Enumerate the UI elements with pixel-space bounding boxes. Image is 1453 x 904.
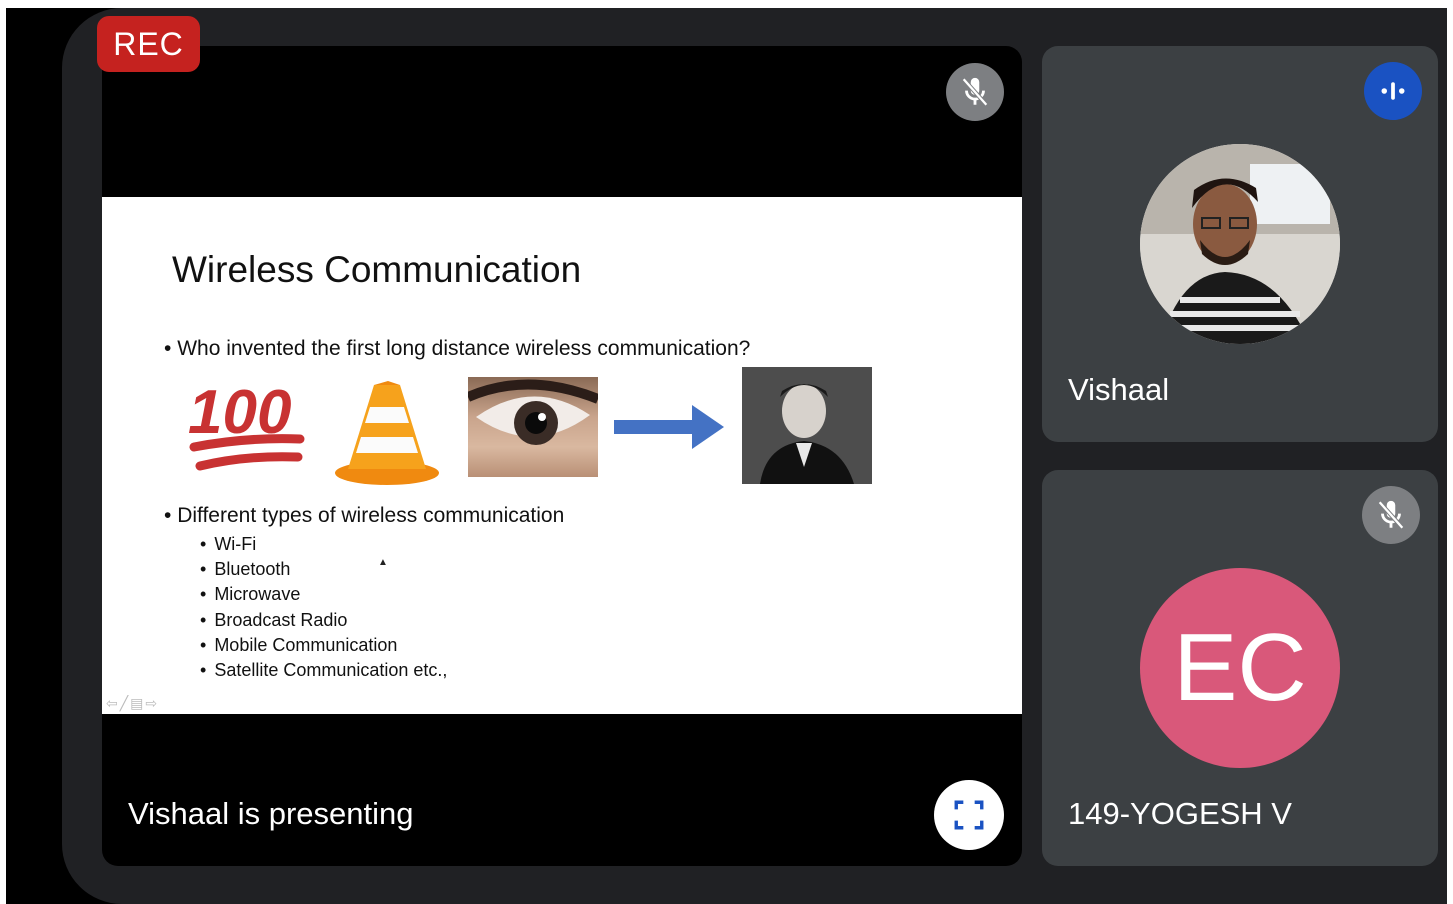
participant-name: Vishaal <box>1068 372 1170 407</box>
fullscreen-button[interactable] <box>934 780 1004 850</box>
participant-tile[interactable]: Vishaal <box>1042 46 1438 442</box>
wireless-types-list: Wi-Fi Bluetooth Microwave Broadcast Radi… <box>200 532 447 683</box>
avatar <box>1140 144 1340 344</box>
list-item: Wi-Fi <box>200 532 447 557</box>
fullscreen-icon <box>954 800 984 830</box>
recording-badge: REC <box>97 16 200 72</box>
participant-name: 149-YOGESH V <box>1068 796 1292 831</box>
vlc-cone-image <box>335 381 439 485</box>
hundred-emoji-image: 100 <box>188 378 305 471</box>
mic-off-icon <box>1362 486 1420 544</box>
menu-icon[interactable]: ▤ <box>130 695 145 711</box>
right-arrow-icon <box>614 405 724 449</box>
list-item: Mobile Communication <box>200 633 447 658</box>
list-item: Bluetooth <box>200 557 447 582</box>
slide-bullet-types: • Different types of wireless communicat… <box>164 504 565 527</box>
presenting-status: Vishaal is presenting <box>128 796 414 831</box>
list-item: Microwave <box>200 582 447 607</box>
list-item: Broadcast Radio <box>200 608 447 633</box>
mouse-pointer-icon: ▲ <box>378 557 388 568</box>
pen-icon[interactable]: ╱ <box>120 695 130 711</box>
avatar-initials: EC <box>1140 568 1340 768</box>
slideshow-controls[interactable]: ⇦╱▤⇨ <box>106 695 159 712</box>
slide-bullet-question-text: Who invented the first long distance wir… <box>177 337 751 360</box>
list-item: Satellite Communication etc., <box>200 658 447 683</box>
mic-off-icon[interactable] <box>946 63 1004 121</box>
eye-image <box>468 377 598 477</box>
participant-tile[interactable]: EC 149-YOGESH V <box>1042 470 1438 866</box>
slide-bullet-question: • Who invented the first long distance w… <box>164 337 751 360</box>
mic-off-icon-glyph <box>962 77 988 107</box>
audio-level-icon <box>1364 62 1422 120</box>
shared-slide: Wireless Communication • Who invented th… <box>102 197 1022 714</box>
inventor-portrait-image <box>742 367 872 484</box>
previous-slide-icon[interactable]: ⇦ <box>106 695 120 711</box>
slide-title: Wireless Communication <box>172 249 582 290</box>
slide-bullet-types-text: Different types of wireless communicatio… <box>177 504 565 527</box>
next-slide-icon[interactable]: ⇨ <box>145 695 159 711</box>
